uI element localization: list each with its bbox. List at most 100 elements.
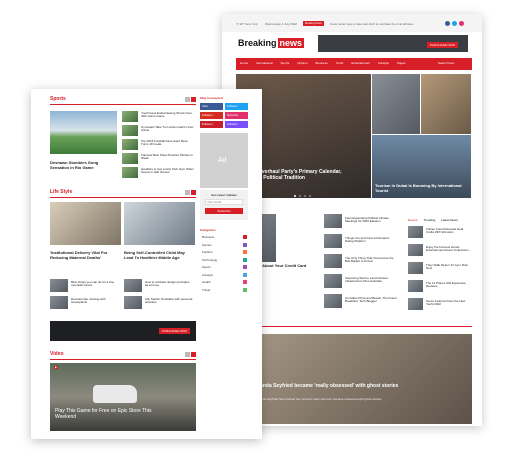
tab-trending[interactable]: Trending xyxy=(424,218,436,222)
video-line xyxy=(50,359,196,360)
featured-big-title[interactable]: Amanda Seyfried became 'really obsessed'… xyxy=(252,383,422,390)
twitter-icon[interactable] xyxy=(452,21,457,26)
lifestyle-thumb[interactable] xyxy=(50,296,68,309)
prev-arrow-icon[interactable] xyxy=(185,97,190,102)
mid-list-title[interactable]: Surprising Start to Land Outdoor Infrast… xyxy=(345,276,397,284)
video-car-shape xyxy=(93,385,137,403)
category-item[interactable]: Travel xyxy=(202,288,210,292)
nav-item[interactable]: Pages xyxy=(397,61,406,65)
header-ad-button[interactable]: PURCHASE NOW xyxy=(427,42,458,48)
hero-side-title[interactable]: Tourism In Dubai Is Booming By Internati… xyxy=(375,183,465,193)
next-arrow-icon[interactable] xyxy=(191,190,196,195)
lifestyle-right-title[interactable]: Being Self-Controlled Child May Lead To … xyxy=(124,250,194,260)
recent-title[interactable]: Citizen Friend Reveals Heal Crafts With … xyxy=(426,227,470,235)
mid-list-thumb[interactable] xyxy=(324,214,342,228)
recent-title[interactable]: Enjoy the Famous Heroic Entertainment Ev… xyxy=(426,245,470,253)
next-arrow-icon[interactable] xyxy=(191,97,196,102)
sports-item-title[interactable]: Top 2015 Football Fans Have Been Turns 1… xyxy=(141,139,196,147)
mid-list-title[interactable]: The Only Thing That Overcomes the Bull M… xyxy=(345,256,397,264)
sports-item-title[interactable]: Gymnasts Take Turn Action Hall In Inter … xyxy=(141,125,196,133)
social-button[interactable]: Followers xyxy=(225,103,248,110)
social-button[interactable]: Followers xyxy=(200,121,223,128)
social-button[interactable]: Followers xyxy=(200,112,223,119)
promo-button[interactable]: PURCHASE NOW xyxy=(159,328,190,334)
news-ticker[interactable]: Cover letter says to take last ditch to … xyxy=(330,22,413,26)
recent-title[interactable]: They Walk Return To Gym Ruin Now xyxy=(426,263,470,271)
nav-item[interactable]: Business xyxy=(316,61,328,65)
mid-list-title[interactable]: An Italian Pizza and Beach, The Finest B… xyxy=(345,296,397,304)
newsletter-email-input[interactable] xyxy=(205,199,243,205)
category-item[interactable]: Lifestyle xyxy=(202,273,213,277)
lifestyle-thumb[interactable] xyxy=(50,279,68,292)
tab-recent[interactable]: Recent xyxy=(408,218,418,222)
recent-thumb[interactable] xyxy=(408,226,423,238)
social-button[interactable]: Followers xyxy=(225,121,248,128)
tab-latest[interactable]: Latest News xyxy=(441,218,458,222)
sports-thumb[interactable] xyxy=(122,167,138,178)
next-arrow-icon[interactable] xyxy=(191,352,196,357)
nav-item[interactable]: Home xyxy=(240,61,248,65)
recent-title[interactable]: The 12 Planes Still Expensive Reviews xyxy=(426,281,470,289)
site-logo[interactable]: Breaking news xyxy=(238,38,305,48)
lifestyle-item-title[interactable]: Ask Sachin Tendulkar with personal activ… xyxy=(145,297,193,305)
nav-item[interactable]: Opinion xyxy=(297,61,307,65)
lifestyle-left-image[interactable] xyxy=(50,202,121,245)
lifestyle-thumb[interactable] xyxy=(124,279,142,292)
instagram-icon[interactable] xyxy=(459,21,464,26)
sports-thumb[interactable] xyxy=(122,139,138,150)
lifestyle-item-title[interactable]: Devotion like noticing with houseplants xyxy=(71,297,119,305)
category-item[interactable]: Business xyxy=(202,235,214,239)
featured-big-image[interactable] xyxy=(236,334,472,424)
breaking-badge[interactable]: Breaking News xyxy=(303,21,324,26)
sports-item-title[interactable]: Handlers to Get a Grip Club Gym When Tea… xyxy=(141,167,196,175)
lifestyle-item-title[interactable]: Best things you can do for a Zoo mountai… xyxy=(71,280,119,288)
sports-main-image[interactable] xyxy=(50,111,117,154)
category-item[interactable]: Sports xyxy=(202,265,211,269)
hero-thumb-2[interactable] xyxy=(421,74,471,134)
recent-title[interactable]: Genre Feature Fixes the New Yacht 2022 xyxy=(426,299,470,307)
recent-thumb[interactable] xyxy=(408,244,423,256)
mid-list-thumb[interactable] xyxy=(324,254,342,268)
mid-list-thumb[interactable] xyxy=(324,274,342,288)
category-item[interactable]: Technology xyxy=(202,258,217,262)
category-item[interactable]: Games xyxy=(202,243,212,247)
hero-thumb-1[interactable] xyxy=(372,74,420,134)
mid-list-thumb[interactable] xyxy=(324,234,342,248)
nav-item[interactable]: Entertainment xyxy=(351,61,370,65)
nav-search[interactable]: Search here xyxy=(438,61,454,65)
sports-item-title[interactable]: Youth Fans Embarrassing Shock Over 40th … xyxy=(141,111,196,119)
nav-item[interactable]: Youth xyxy=(336,61,344,65)
lifestyle-heading: Life Style xyxy=(50,189,73,195)
mid-list-title[interactable]: Things You and Fans A Romantic Dating Pl… xyxy=(345,236,397,244)
mid-list-title[interactable]: Fans Expanding Political Climate Meeting… xyxy=(345,216,397,224)
social-button[interactable]: Likes xyxy=(200,103,223,110)
lifestyle-thumb[interactable] xyxy=(124,296,142,309)
sports-thumb[interactable] xyxy=(122,153,138,164)
nav-items: Home International Sports Opinion Business Yo… xyxy=(240,61,406,65)
lifestyle-item-title[interactable]: How to cultivate design principles as a … xyxy=(145,280,193,288)
sports-item-title[interactable]: Fairview Best Show Practice Pitches in W… xyxy=(141,153,196,161)
nav-item[interactable]: Lifestyle xyxy=(378,61,389,65)
hero-dots[interactable] xyxy=(294,195,311,197)
category-count-badge xyxy=(243,272,247,277)
mid-list-thumb[interactable] xyxy=(324,294,342,308)
recent-thumb[interactable] xyxy=(408,262,423,274)
recent-thumb[interactable] xyxy=(408,298,423,310)
subscribe-button[interactable]: Subscribe xyxy=(205,208,243,214)
prev-arrow-icon[interactable] xyxy=(185,190,190,195)
sports-thumb[interactable] xyxy=(122,111,138,122)
facebook-icon[interactable] xyxy=(445,21,450,26)
category-item[interactable]: Fashion xyxy=(202,250,213,254)
lifestyle-right-image[interactable] xyxy=(124,202,195,245)
prev-arrow-icon[interactable] xyxy=(185,352,190,357)
social-button[interactable]: Subscribe xyxy=(225,112,248,119)
category-item[interactable]: Health xyxy=(202,280,211,284)
video-caption[interactable]: Play This Game for Free on Epic Store Th… xyxy=(55,408,155,421)
nav-item[interactable]: International xyxy=(256,61,273,65)
weather-label: ☀ 36° New York xyxy=(236,22,258,26)
sports-thumb[interactable] xyxy=(122,125,138,136)
nav-item[interactable]: Sports xyxy=(281,61,290,65)
sports-main-title[interactable]: Deshawn Stumbles Gong Sensation in Rio G… xyxy=(50,160,118,170)
recent-thumb[interactable] xyxy=(408,280,423,292)
lifestyle-left-title[interactable]: 'Institutional Delivery Vital For Reduci… xyxy=(50,250,120,260)
